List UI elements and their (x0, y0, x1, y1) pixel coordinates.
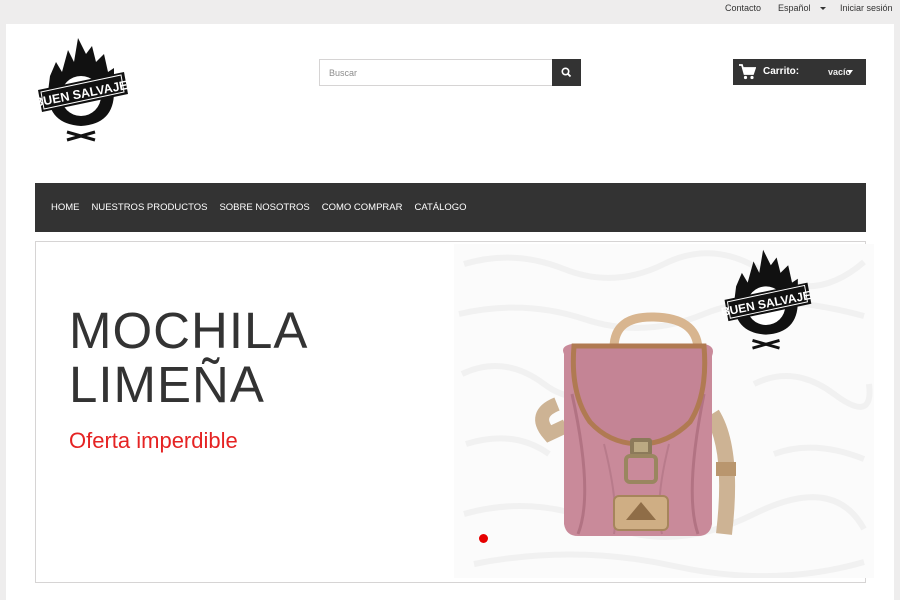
login-link[interactable]: Iniciar sesión (840, 3, 893, 13)
slide-subtitle: Oferta imperdible (69, 428, 238, 453)
main-navigation: HOME NUESTROS PRODUCTOS SOBRE NOSOTROS C… (35, 183, 866, 232)
homepage-slider[interactable]: MOCHILA LIMEÑA Oferta imperdible BUEN SA… (35, 241, 874, 583)
slide-title-line-1: MOCHILA (69, 302, 309, 359)
top-utility-bar: Contacto Español Iniciar sesión (0, 0, 900, 24)
cart-label: Carrito: (763, 66, 800, 77)
search-icon (561, 67, 572, 78)
search-input[interactable] (319, 59, 552, 86)
chevron-down-icon (819, 7, 826, 11)
page-container: BUEN SALVAJE Carrito: vacío HOME NUESTRO… (6, 24, 894, 600)
language-label: Español (778, 3, 811, 13)
nav-item-about[interactable]: SOBRE NOSOTROS (213, 183, 315, 232)
search-bar (319, 59, 581, 86)
nav-item-how-to-buy[interactable]: COMO COMPRAR (316, 183, 409, 232)
nav-item-home[interactable]: HOME (45, 183, 86, 232)
contact-link[interactable]: Contacto (725, 3, 761, 13)
cart-button[interactable]: Carrito: vacío (733, 59, 866, 85)
slider-pager-dot[interactable] (479, 534, 488, 543)
chevron-down-icon (847, 70, 853, 74)
cart-icon (739, 64, 756, 80)
slide-title-line-2: LIMEÑA (69, 356, 265, 413)
slide-brand-logo: BUEN SALVAJE (720, 249, 812, 350)
language-selector[interactable]: Español (778, 3, 826, 13)
nav-item-products[interactable]: NUESTROS PRODUCTOS (86, 183, 214, 232)
search-button[interactable] (552, 59, 581, 86)
nav-item-catalog[interactable]: CATÁLOGO (408, 183, 472, 232)
brand-logo[interactable]: BUEN SALVAJE (34, 32, 128, 144)
slide-title: MOCHILA LIMEÑA (69, 304, 308, 412)
